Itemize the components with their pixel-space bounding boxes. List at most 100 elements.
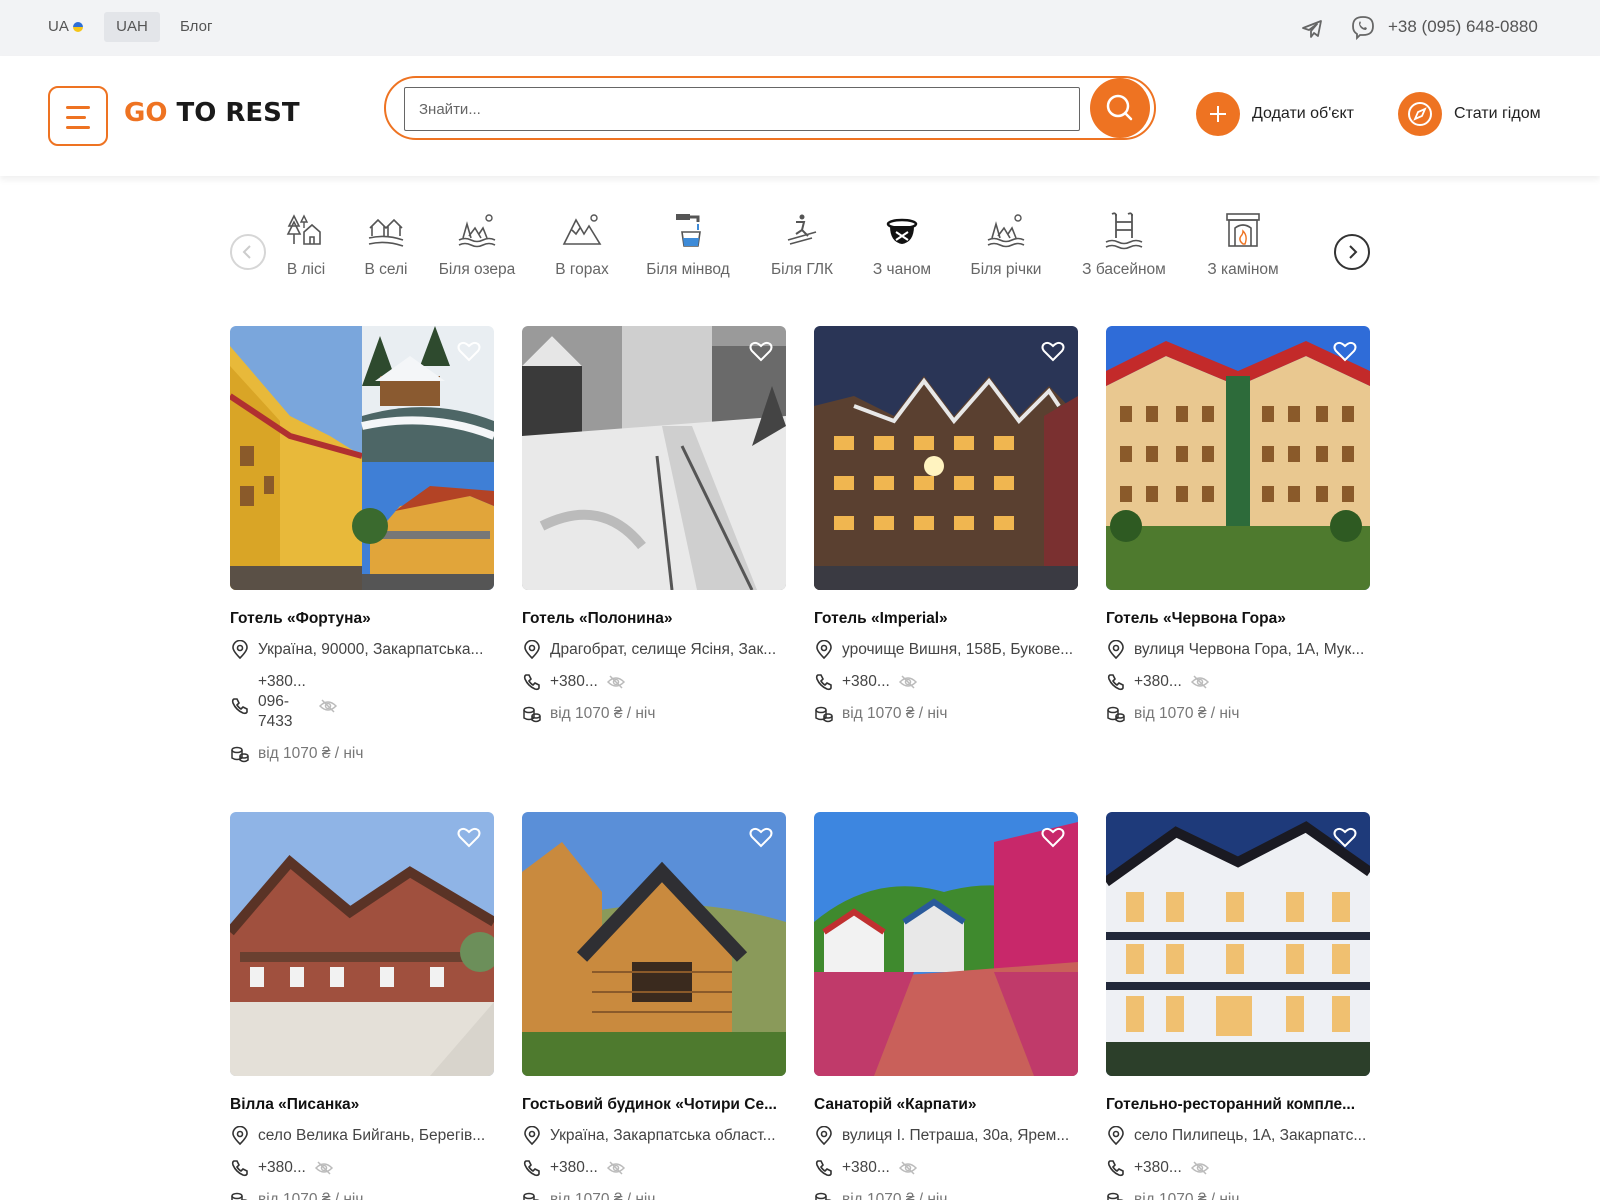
eye-slash-icon[interactable] — [1190, 1158, 1210, 1178]
logo-go-text: GO — [124, 98, 168, 128]
listing-card[interactable]: Готель «Imperial» урочище Вишня, 158Б, Б… — [814, 326, 1078, 724]
location-pin-icon — [1108, 640, 1124, 660]
listing-photo[interactable] — [1106, 326, 1370, 590]
chevron-right-icon — [1349, 245, 1358, 259]
listing-title[interactable]: Готель «Imperial» — [814, 610, 1078, 628]
search-button[interactable] — [1090, 78, 1150, 138]
eye-slash-icon[interactable] — [318, 696, 338, 716]
listing-title[interactable]: Гостьовий будинок «Чотири Се... — [522, 1096, 786, 1114]
coins-icon — [231, 746, 249, 763]
listing-title[interactable]: Вілла «Писанка» — [230, 1096, 494, 1114]
top-bar: UA UAH Блог +38 (095) 648-0880 — [0, 0, 1600, 56]
listing-title[interactable]: Готельно-ресторанний компле... — [1106, 1096, 1370, 1114]
main-header: GO TO REST Додати об'єкт Стати гідом — [0, 56, 1600, 176]
favorite-heart-icon[interactable] — [456, 824, 482, 850]
category-ski[interactable]: Біля ГЛК — [766, 210, 838, 279]
listing-title[interactable]: Готель «Фортуна» — [230, 610, 494, 628]
category-river[interactable]: Біля річки — [966, 210, 1046, 279]
favorite-heart-icon[interactable] — [1040, 824, 1066, 850]
carousel-prev-button[interactable] — [230, 234, 266, 270]
eye-slash-icon[interactable] — [606, 1158, 626, 1178]
category-label: В лісі — [286, 261, 326, 278]
telegram-icon[interactable] — [1300, 17, 1324, 41]
eye-slash-icon[interactable] — [606, 672, 626, 692]
add-object-button[interactable]: Додати об'єкт — [1196, 92, 1354, 136]
listing-card[interactable]: Гостьовий будинок «Чотири Се... Україна,… — [522, 812, 786, 1200]
price-text: від 1070 ₴ / ніч — [842, 1191, 948, 1200]
address-text: Україна, 90000, Закарпатська... — [258, 641, 484, 658]
phone-icon — [815, 1160, 832, 1177]
favorite-heart-icon[interactable] — [1332, 824, 1358, 850]
favorite-heart-icon[interactable] — [748, 338, 774, 364]
category-label: З басейном — [1082, 261, 1166, 278]
blog-link[interactable]: Блог — [180, 18, 212, 35]
category-fireplace[interactable]: З каміном — [1204, 210, 1282, 279]
listing-card[interactable]: Санаторій «Карпати» вулиця І. Петраша, 3… — [814, 812, 1078, 1200]
listing-card[interactable]: Готель «Полонина» Драгобрат, селище Ясін… — [522, 326, 786, 724]
listing-photo[interactable] — [230, 326, 494, 590]
contact-phone[interactable]: +38 (095) 648-0880 — [1388, 17, 1538, 37]
favorite-heart-icon[interactable] — [1332, 338, 1358, 364]
river-icon — [987, 214, 1025, 248]
currency-switcher[interactable]: UAH — [104, 12, 160, 42]
chevron-left-icon — [242, 245, 251, 259]
listing-photo[interactable] — [814, 326, 1078, 590]
menu-button[interactable] — [48, 86, 108, 146]
listing-phone: +380... — [1106, 1158, 1370, 1178]
category-forest[interactable]: В лісі — [274, 210, 338, 279]
listing-card[interactable]: Вілла «Писанка» село Велика Бийгань, Бер… — [230, 812, 494, 1200]
category-hot-tub[interactable]: З чаном — [866, 210, 938, 279]
category-label: В селі — [364, 261, 408, 278]
listing-title[interactable]: Санаторій «Карпати» — [814, 1096, 1078, 1114]
location-pin-icon — [524, 640, 540, 660]
search-input[interactable] — [404, 87, 1080, 131]
category-mountains[interactable]: В горах — [550, 210, 614, 279]
hotel-restaurant-photo — [1106, 812, 1370, 1076]
listing-card[interactable]: Готель «Фортуна» Україна, 90000, Закарпа… — [230, 326, 494, 764]
location-pin-icon — [232, 1126, 248, 1146]
favorite-heart-icon[interactable] — [748, 824, 774, 850]
category-pool[interactable]: З басейном — [1080, 210, 1168, 279]
listing-photo[interactable] — [814, 812, 1078, 1076]
favorite-heart-icon[interactable] — [456, 338, 482, 364]
category-village[interactable]: В селі — [354, 210, 418, 279]
phone-text: +380... — [550, 673, 598, 690]
listing-photo[interactable] — [522, 812, 786, 1076]
mineral-water-icon — [676, 214, 701, 247]
category-label: З каміном — [1207, 261, 1279, 278]
listing-card[interactable]: Готель «Червона Гора» вулиця Червона Гор… — [1106, 326, 1370, 724]
address-text: урочище Вишня, 158Б, Букове... — [842, 641, 1074, 658]
listing-phone: +380... — [230, 1158, 494, 1178]
eye-slash-icon[interactable] — [314, 1158, 334, 1178]
listing-photo[interactable] — [230, 812, 494, 1076]
carousel-next-button[interactable] — [1334, 234, 1370, 270]
listing-price: від 1070 ₴ / ніч — [522, 1190, 786, 1200]
eye-slash-icon[interactable] — [1190, 672, 1210, 692]
become-guide-button[interactable]: Стати гідом — [1398, 92, 1541, 136]
favorite-heart-icon[interactable] — [1040, 338, 1066, 364]
listing-photo[interactable] — [522, 326, 786, 590]
viber-icon[interactable] — [1350, 15, 1376, 41]
hotel-photo-night — [814, 326, 1078, 590]
price-text: від 1070 ₴ / ніч — [842, 705, 948, 722]
coins-icon — [523, 1192, 540, 1200]
address-text: село Пилипець, 1А, Закарпатс... — [1134, 1127, 1367, 1144]
listing-title[interactable]: Готель «Червона Гора» — [1106, 610, 1370, 628]
add-object-label: Додати об'єкт — [1252, 105, 1354, 122]
pool-icon — [1105, 212, 1143, 250]
language-switcher[interactable]: UA — [48, 18, 83, 35]
listing-phone: +380... 096- 7433 — [230, 672, 494, 732]
listing-photo[interactable] — [1106, 812, 1370, 1076]
listing-title[interactable]: Готель «Полонина» — [522, 610, 786, 628]
listing-phone: +380... — [1106, 672, 1370, 692]
phone-text: +380... — [550, 1159, 598, 1176]
eye-slash-icon[interactable] — [898, 672, 918, 692]
site-logo[interactable]: GO TO REST — [124, 98, 300, 128]
category-lake[interactable]: Біля озера — [436, 210, 518, 279]
listing-card[interactable]: Готельно-ресторанний компле... село Пили… — [1106, 812, 1370, 1200]
category-mineral-water[interactable]: Біля мінвод — [642, 210, 734, 279]
category-label: Біля річки — [970, 261, 1042, 278]
coins-icon — [523, 706, 541, 723]
compass-icon — [1398, 92, 1442, 136]
eye-slash-icon[interactable] — [898, 1158, 918, 1178]
